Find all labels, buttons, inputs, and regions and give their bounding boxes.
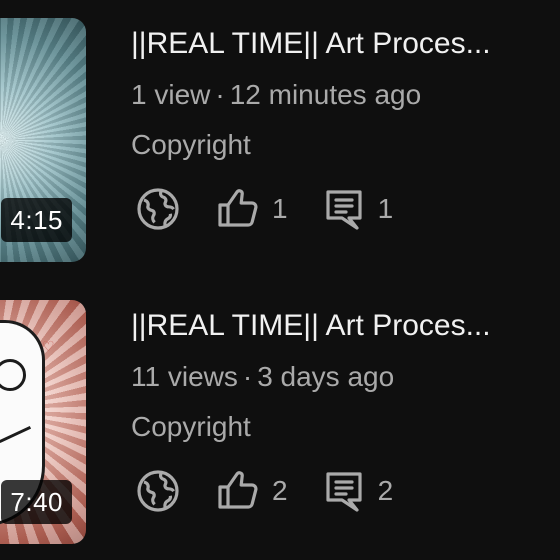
visibility-public[interactable] bbox=[134, 185, 182, 233]
upload-time: 3 days ago bbox=[257, 361, 395, 392]
comment-stat[interactable]: 2 bbox=[320, 467, 394, 515]
like-stat[interactable]: 1 bbox=[214, 185, 288, 233]
video-list-item[interactable]: 4:15 ||REAL TIME|| Art Proces... 1 view ·… bbox=[0, 18, 560, 268]
like-stat[interactable]: 2 bbox=[214, 467, 288, 515]
license-label: Copyright bbox=[131, 129, 251, 160]
comment-icon bbox=[320, 467, 368, 515]
video-meta: ||REAL TIME|| Art Proces... 11 views · 3 d… bbox=[131, 300, 560, 452]
video-actions: 2 2 bbox=[134, 466, 393, 516]
heart-icon: ♡ bbox=[42, 338, 55, 354]
comment-count: 2 bbox=[377, 475, 394, 506]
duration-badge: 7:40 bbox=[1, 480, 72, 524]
like-count: 1 bbox=[272, 193, 288, 224]
video-title[interactable]: ||REAL TIME|| Art Proces... bbox=[131, 300, 560, 352]
license-label: Copyright bbox=[131, 411, 251, 442]
video-thumbnail[interactable]: 4:15 bbox=[0, 18, 86, 262]
upload-time: 12 minutes ago bbox=[229, 79, 422, 110]
separator: · bbox=[242, 361, 253, 392]
globe-icon bbox=[134, 185, 182, 233]
video-title[interactable]: ||REAL TIME|| Art Proces... bbox=[131, 18, 560, 70]
like-count: 2 bbox=[272, 475, 288, 506]
thumbs-up-icon bbox=[214, 467, 262, 515]
visibility-public[interactable] bbox=[134, 467, 182, 515]
view-count: 1 view bbox=[131, 79, 211, 110]
view-count: 11 views bbox=[131, 361, 238, 392]
duration-badge: 4:15 bbox=[1, 198, 72, 242]
comment-count: 1 bbox=[377, 193, 394, 224]
globe-icon bbox=[134, 467, 182, 515]
video-list-item[interactable]: ♡ 7:40 ||REAL TIME|| Art Proces... 11 vi… bbox=[0, 300, 560, 550]
video-meta: ||REAL TIME|| Art Proces... 1 view · 12 mi… bbox=[131, 18, 560, 170]
video-actions: 1 1 bbox=[134, 184, 393, 234]
comment-stat[interactable]: 1 bbox=[320, 185, 394, 233]
video-thumbnail[interactable]: ♡ 7:40 bbox=[0, 300, 86, 544]
video-stats: 1 view · 12 minutes ago bbox=[131, 70, 560, 120]
separator: · bbox=[215, 79, 225, 110]
video-stats: 11 views · 3 days ago bbox=[131, 352, 560, 402]
thumbs-up-icon bbox=[214, 185, 262, 233]
comment-icon bbox=[320, 185, 368, 233]
